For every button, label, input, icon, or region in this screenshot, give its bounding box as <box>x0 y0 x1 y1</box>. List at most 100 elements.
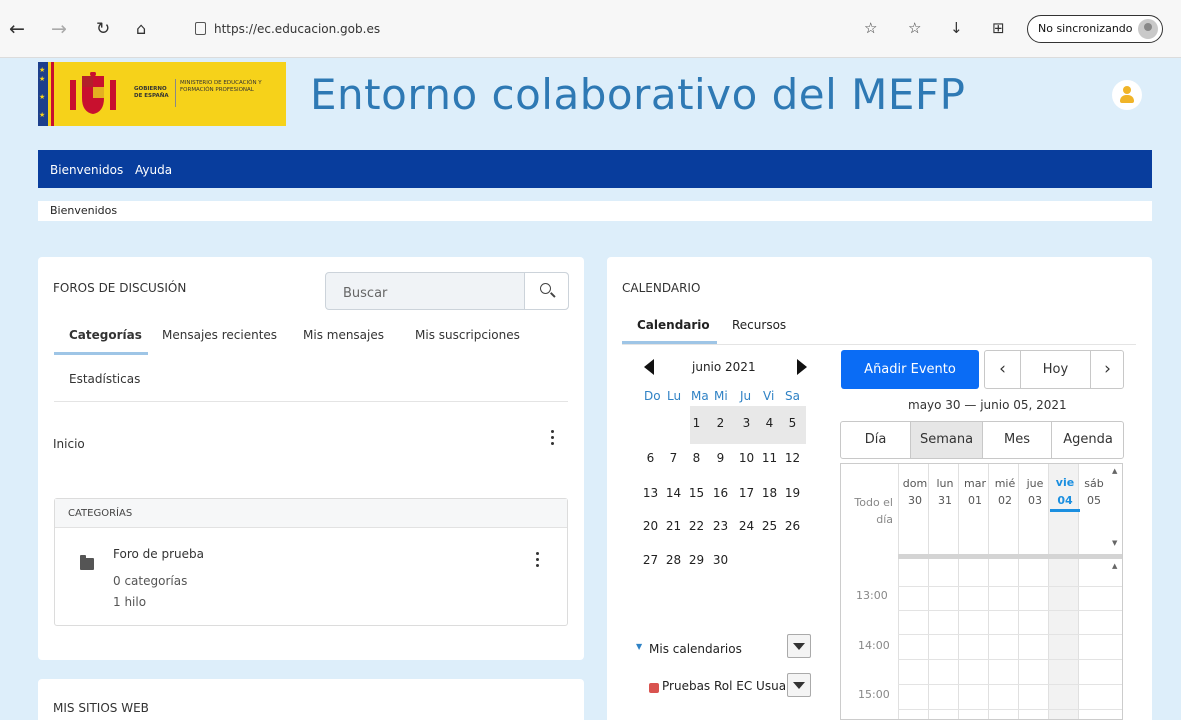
weekday-num[interactable]: 02 <box>990 494 1020 507</box>
search-button[interactable] <box>524 273 568 309</box>
search-input[interactable]: Buscar <box>343 286 387 301</box>
gobierno-logo[interactable]: ★ ★ ★ ★ GOBIERNO DE ESPAÑA MINISTERIO DE ED… <box>38 62 286 126</box>
active-tab-indicator <box>54 352 148 355</box>
site-title[interactable]: Entorno colaborativo del MEFP <box>310 70 965 119</box>
all-day-label: Todo el día <box>854 496 893 526</box>
nav-bienvenidos[interactable]: Bienvenidos <box>50 163 123 177</box>
weekday-name-today: vie <box>1055 476 1075 489</box>
weekday-num[interactable]: 01 <box>960 494 990 507</box>
mini-day[interactable]: 3 <box>738 416 755 430</box>
nav-ayuda[interactable]: Ayuda <box>135 163 172 177</box>
mini-day[interactable]: 13 <box>642 486 659 500</box>
weekday-name: lun <box>936 477 954 490</box>
prev-month-icon[interactable] <box>644 359 654 375</box>
mini-day[interactable]: 15 <box>688 486 705 500</box>
tab-mis-suscripciones[interactable]: Mis suscripciones <box>415 328 520 342</box>
expand-triangle-icon[interactable]: ▼ <box>636 642 642 651</box>
mini-day[interactable]: 7 <box>665 451 682 465</box>
scroll-up-icon[interactable]: ▲ <box>1112 467 1117 475</box>
mini-day[interactable]: 4 <box>761 416 778 430</box>
weekday-num[interactable]: 03 <box>1020 494 1050 507</box>
mini-day[interactable]: 24 <box>738 519 755 533</box>
mini-day[interactable]: 8 <box>688 451 705 465</box>
sync-button[interactable]: No sincronizando <box>1027 15 1163 43</box>
mini-day[interactable]: 11 <box>761 451 778 465</box>
next-week-button[interactable]: › <box>1090 351 1124 388</box>
main-navbar: Bienvenidos Ayuda <box>38 150 1152 188</box>
mini-day[interactable]: 28 <box>665 553 682 567</box>
divider <box>54 401 568 402</box>
mini-day[interactable]: 23 <box>712 519 729 533</box>
mini-day[interactable]: 9 <box>712 451 729 465</box>
mini-dayname: Vi <box>763 389 775 403</box>
weekday-num[interactable]: 30 <box>900 494 930 507</box>
mini-day[interactable]: 21 <box>665 519 682 533</box>
mini-day[interactable]: 20 <box>642 519 659 533</box>
prev-week-button[interactable]: ‹ <box>985 351 1020 388</box>
mini-day[interactable]: 29 <box>688 553 705 567</box>
forward-icon[interactable]: → <box>51 19 67 39</box>
view-dia[interactable]: Día <box>841 422 910 458</box>
mini-dayname: Sa <box>785 389 800 403</box>
category-name[interactable]: Foro de prueba <box>113 547 204 561</box>
user-avatar-icon[interactable] <box>1112 80 1142 110</box>
mini-day[interactable]: 1 <box>688 416 705 430</box>
forum-home-label[interactable]: Inicio <box>53 437 85 451</box>
divider <box>622 344 1136 345</box>
forum-search: Buscar <box>325 272 569 310</box>
mini-day[interactable]: 16 <box>712 486 729 500</box>
tab-categorias[interactable]: Categorías <box>69 328 142 342</box>
tab-recursos[interactable]: Recursos <box>732 318 786 332</box>
view-agenda[interactable]: Agenda <box>1051 422 1124 458</box>
tab-mensajes-recientes[interactable]: Mensajes recientes <box>162 328 277 342</box>
mini-month-label: junio 2021 <box>692 360 756 374</box>
breadcrumb[interactable]: Bienvenidos <box>38 201 1152 221</box>
view-mes[interactable]: Mes <box>982 422 1051 458</box>
refresh-icon[interactable]: ↻ <box>96 19 110 39</box>
mini-day[interactable]: 27 <box>642 553 659 567</box>
mini-day[interactable]: 10 <box>738 451 755 465</box>
weekday-num[interactable]: 31 <box>930 494 960 507</box>
logo-divider <box>175 79 176 107</box>
collections-icon[interactable]: ⊞ <box>992 19 1005 37</box>
mini-day[interactable]: 2 <box>712 416 729 430</box>
favorite-add-icon[interactable]: ☆ <box>864 19 877 37</box>
weekday-num-today[interactable]: 04 <box>1050 494 1080 512</box>
mini-dayname: Ju <box>740 389 752 403</box>
mini-day[interactable]: 17 <box>738 486 755 500</box>
add-event-button[interactable]: Añadir Evento <box>841 350 979 389</box>
view-switcher: Día Semana Mes Agenda <box>840 421 1124 459</box>
mini-day[interactable]: 6 <box>642 451 659 465</box>
mini-day[interactable]: 30 <box>712 553 729 567</box>
mini-day[interactable]: 14 <box>665 486 682 500</box>
back-icon[interactable]: ← <box>9 19 25 39</box>
category-options-icon[interactable] <box>536 552 540 568</box>
tab-estadisticas[interactable]: Estadísticas <box>69 372 140 386</box>
mini-day[interactable]: 26 <box>784 519 801 533</box>
mini-day[interactable]: 12 <box>784 451 801 465</box>
calendar-item-label[interactable]: Pruebas Rol EC Usuar <box>662 679 789 693</box>
mini-day[interactable]: 25 <box>761 519 778 533</box>
scroll-down-icon[interactable]: ▼ <box>1112 539 1117 547</box>
mini-dayname: Ma <box>691 389 709 403</box>
favorites-icon[interactable]: ☆ <box>908 19 921 37</box>
tab-calendario[interactable]: Calendario <box>637 318 710 332</box>
view-semana[interactable]: Semana <box>910 422 982 458</box>
mini-day[interactable]: 22 <box>688 519 705 533</box>
mini-day[interactable]: 5 <box>784 416 801 430</box>
downloads-icon[interactable]: ↓ <box>950 19 963 37</box>
my-calendars-label[interactable]: Mis calendarios <box>649 642 742 656</box>
home-icon[interactable]: ⌂ <box>136 19 146 39</box>
calendar-item-dropdown[interactable] <box>787 673 811 697</box>
tab-mis-mensajes[interactable]: Mis mensajes <box>303 328 384 342</box>
time-label: 14:00 <box>858 639 890 652</box>
weekday-num[interactable]: 05 <box>1079 494 1109 507</box>
next-month-icon[interactable] <box>797 359 807 375</box>
mini-day[interactable]: 19 <box>784 486 801 500</box>
mini-day[interactable]: 18 <box>761 486 778 500</box>
today-button[interactable]: Hoy <box>1020 351 1090 388</box>
more-options-icon[interactable] <box>551 430 555 446</box>
scroll-up-icon[interactable]: ▲ <box>1112 562 1117 570</box>
my-calendars-dropdown[interactable] <box>787 634 811 658</box>
weekday-name: mar <box>964 477 986 490</box>
